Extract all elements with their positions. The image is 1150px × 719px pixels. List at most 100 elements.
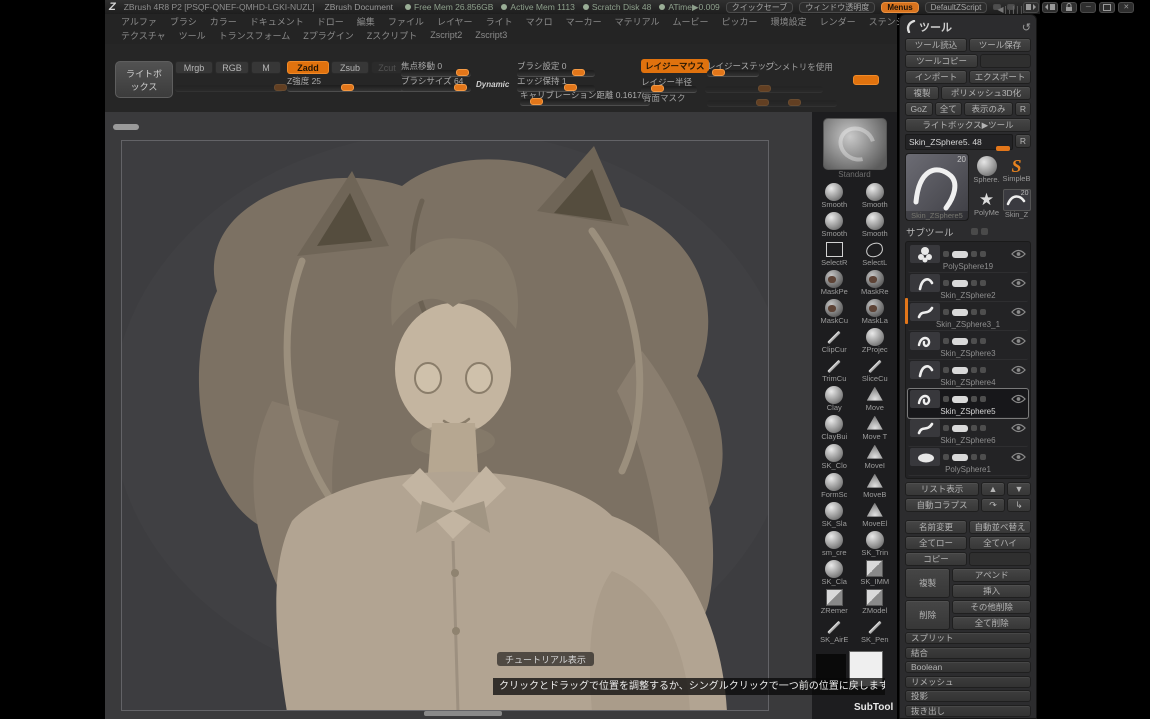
canvas[interactable]: チュートリアル表示 クリックとドラッグで位置を調整するか、シングルクリックで一つ… [105, 112, 812, 719]
menu-item-6[interactable]: 編集 [357, 15, 375, 28]
visibility-eye-icon[interactable] [1011, 365, 1026, 375]
brush-item-slicecu[interactable]: SliceCu [856, 356, 895, 385]
subtool-row-skin_zsphere6[interactable]: Skin_ZSphere6 [908, 418, 1028, 447]
subtool-slider-pill[interactable] [952, 367, 968, 374]
brush-item-sk-aire[interactable]: SK_AirE [815, 617, 854, 646]
move-down-button[interactable]: ▼ [1007, 482, 1031, 496]
brush-item-formsc[interactable]: FormSc [815, 472, 854, 501]
subtool-mini-icon[interactable] [980, 367, 986, 373]
boolean-button[interactable]: Boolean [905, 661, 1031, 673]
brush-item-sk-pen[interactable]: SK_Pen [856, 617, 895, 646]
dynamic-mode-label[interactable]: Dynamic [476, 80, 509, 89]
brush-item-zremer[interactable]: ZRemer [815, 588, 854, 617]
default-zscript-button[interactable]: DefaultZScript [925, 2, 988, 13]
menu-item-10[interactable]: マクロ [526, 15, 553, 28]
goz-visible-button[interactable]: 表示のみ [964, 102, 1013, 116]
shelf-scroll-left-button[interactable]: ◀∣∣∣ [993, 4, 1001, 10]
subtool-row-polysphere1[interactable]: PolySphere1 [908, 447, 1028, 476]
subtool-mini-icon[interactable] [943, 280, 949, 286]
append-button[interactable]: アペンド [952, 568, 1031, 582]
brush-item-movei[interactable]: MoveI [856, 443, 895, 472]
subtool-mini-icon[interactable] [971, 309, 977, 315]
menu-item-14[interactable]: ピッカー [722, 15, 758, 28]
subtool-mini-icon[interactable] [971, 367, 977, 373]
auto-collapse-button[interactable]: 自動コラプス [905, 498, 979, 512]
delete-button[interactable]: 削除 [905, 600, 950, 630]
rename-button[interactable]: 名前変更 [905, 520, 967, 534]
menu-item-11[interactable]: マーカー [566, 15, 602, 28]
visibility-eye-icon[interactable] [1011, 307, 1026, 317]
subtool-mini-icon[interactable] [980, 396, 986, 402]
merge-button[interactable]: 結合 [905, 647, 1031, 659]
subtool-mini-icon[interactable] [943, 309, 949, 315]
mode-button-zsub[interactable]: Zsub [331, 61, 369, 74]
backface-mask-button[interactable]: 背面マスク [643, 92, 686, 104]
subtool-mini-icon[interactable] [971, 251, 977, 257]
lightbox-button[interactable]: ライトボックス [115, 61, 173, 98]
save-tool-button[interactable]: ツール保存 [969, 38, 1031, 52]
duplicate-button[interactable]: 複製 [905, 568, 950, 598]
subtool-mini-icon[interactable] [943, 367, 949, 373]
visibility-eye-icon[interactable] [1011, 423, 1026, 433]
calibration-distance-slider[interactable]: キャリブレーション距離 0.1617( [520, 89, 650, 106]
brush-item-maskpe[interactable]: MaskPe [815, 269, 854, 298]
list-view-button[interactable]: リスト表示 [905, 482, 979, 496]
collapse-cw-arrow-button[interactable]: ↷ [981, 498, 1005, 512]
close-icon[interactable]: ✕ [1118, 2, 1134, 13]
subtool-mini-icon[interactable] [980, 425, 986, 431]
subtool-mini-icon[interactable] [980, 280, 986, 286]
subtool-slider-pill[interactable] [952, 396, 968, 403]
subtool-mini-icon[interactable] [980, 309, 986, 315]
minimize-icon[interactable]: ─ [1080, 2, 1096, 13]
subtool-row-skin_zsphere3_1[interactable]: Skin_ZSphere3_1 [908, 302, 1028, 331]
copy-subtool-button[interactable]: コピー [905, 552, 967, 566]
menu-item-5[interactable]: ドロー [317, 15, 344, 28]
brush-item-smooth[interactable]: Smooth [815, 211, 854, 240]
canvas-handle[interactable] [113, 124, 139, 130]
subtool-mini-icon[interactable] [980, 454, 986, 460]
current-brush[interactable]: Standard [815, 118, 894, 180]
subtool-mini-icon[interactable] [971, 425, 977, 431]
recent-tool-1[interactable]: Sphere. [972, 153, 1001, 187]
lightbox-to-tool-button[interactable]: ライトボックス▶ツール [905, 118, 1031, 132]
menu-item-2[interactable]: ツール [179, 29, 206, 42]
brush-item-zmodel[interactable]: ZModel [856, 588, 895, 617]
subtool-row-skin_zsphere2[interactable]: Skin_ZSphere2 [908, 273, 1028, 302]
recent-tool-2[interactable]: SSimpleB [1002, 153, 1031, 187]
subtool-mini-icon[interactable] [980, 338, 986, 344]
brush-item-clipcur[interactable]: ClipCur [815, 327, 854, 356]
menu-item-4[interactable]: Zプラグイン [303, 29, 354, 42]
menu-item-6[interactable]: Zscript2 [430, 30, 462, 40]
goz-r-button[interactable]: R [1015, 102, 1031, 116]
import-button[interactable]: インポート [905, 70, 967, 84]
mode-button-m[interactable]: M [251, 61, 281, 74]
visibility-eye-icon[interactable] [1011, 249, 1026, 259]
export-button[interactable]: エクスポート [969, 70, 1031, 84]
menus-button[interactable]: Menus [881, 2, 918, 13]
subtool-slider-pill[interactable] [952, 280, 968, 287]
all-high-button[interactable]: 全てハイ [969, 536, 1031, 550]
tool-name-slider-handle[interactable] [996, 146, 1010, 151]
remesh-button[interactable]: リメッシュ [905, 676, 1031, 688]
recent-tool-4[interactable]: 20Skin_Z [1002, 188, 1031, 222]
lock-icon[interactable] [1061, 2, 1077, 13]
menu-item-1[interactable]: アルファ [121, 15, 157, 28]
visibility-eye-icon[interactable] [1011, 394, 1026, 404]
all-low-button[interactable]: 全てロー [905, 536, 967, 550]
menu-item-3[interactable]: トランスフォーム [219, 29, 291, 42]
draw-size-slider[interactable]: ブラシサイズ 64 [401, 75, 471, 92]
subtool-mini-icon[interactable] [943, 251, 949, 257]
brush-item-clay[interactable]: Clay [815, 385, 854, 414]
split-button[interactable]: スプリット [905, 632, 1031, 644]
brush-item-moveb[interactable]: MoveB [856, 472, 895, 501]
subtool-row-skin_zsphere4[interactable]: Skin_ZSphere4 [908, 360, 1028, 389]
brush-item-maskre[interactable]: MaskRe [856, 269, 895, 298]
brush-item-maskla[interactable]: MaskLa [856, 298, 895, 327]
menu-item-5[interactable]: Zスクリプト [367, 29, 418, 42]
mode-button-rgb[interactable]: RGB [215, 61, 249, 74]
visibility-eye-icon[interactable] [1011, 278, 1026, 288]
insert-button[interactable]: 挿入 [952, 584, 1031, 598]
move-up-button[interactable]: ▲ [981, 482, 1005, 496]
mode-button-mrgb[interactable]: Mrgb [175, 61, 213, 74]
window-opacity-button[interactable]: ウィンドウ透明度 [799, 2, 875, 13]
